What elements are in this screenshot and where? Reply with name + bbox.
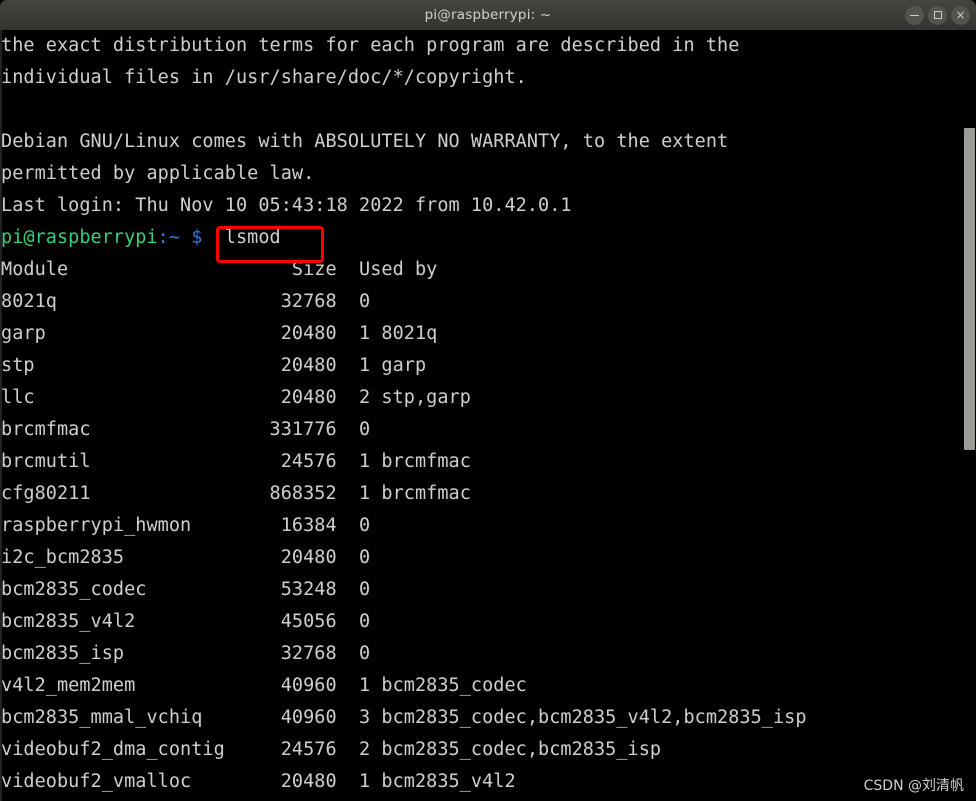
terminal-lines: the exact distribution terms for each pr… (0, 30, 807, 798)
window-controls: × (905, 0, 970, 30)
table-row: bcm2835_v4l2 45056 0 (1, 611, 371, 632)
table-row: brcmfmac 331776 0 (1, 419, 371, 440)
table-row: v4l2_mem2mem 40960 1 bcm2835_codec (1, 675, 527, 696)
prompt-line: pi@raspberrypi:~ $ lsmod (1, 222, 807, 254)
terminal-text-line: Last login: Thu Nov 10 05:43:18 2022 fro… (1, 195, 572, 216)
close-button[interactable]: × (951, 5, 970, 25)
table-row: videobuf2_vmalloc 20480 1 bcm2835_v4l2 (1, 771, 516, 792)
table-row: raspberrypi_hwmon 16384 0 (1, 515, 371, 536)
watermark: CSDN @刘清帆 (863, 778, 964, 794)
close-icon: × (955, 7, 966, 22)
window-title: pi@raspberrypi: ~ (424, 7, 552, 23)
scrollbar-thumb[interactable] (964, 128, 975, 450)
prompt-path: :~ (157, 227, 181, 248)
table-row: bcm2835_mmal_vchiq 40960 3 bcm2835_codec… (1, 707, 807, 728)
terminal-text-line: individual files in /usr/share/doc/*/cop… (1, 67, 527, 88)
typed-command: lsmod (202, 227, 281, 248)
terminal-text-line: Debian GNU/Linux comes with ABSOLUTELY N… (1, 131, 729, 152)
table-row: bcm2835_codec 53248 0 (1, 579, 371, 600)
minimize-icon[interactable] (905, 5, 924, 25)
table-row: garp 20480 1 8021q (1, 323, 438, 344)
terminal-window: pi@raspberrypi: ~ × the exact distributi… (0, 0, 976, 801)
maximize-icon[interactable] (928, 5, 947, 25)
titlebar[interactable]: pi@raspberrypi: ~ × (0, 0, 976, 30)
terminal-output[interactable]: the exact distribution terms for each pr… (0, 30, 976, 801)
table-row: videobuf2_dma_contig 24576 2 bcm2835_cod… (1, 739, 662, 760)
table-row: 8021q 32768 0 (1, 291, 371, 312)
table-row: i2c_bcm2835 20480 0 (1, 547, 371, 568)
table-row: stp 20480 1 garp (1, 355, 427, 376)
table-row: llc 20480 2 stp,garp (1, 387, 471, 408)
terminal-text-line: permitted by applicable law. (1, 163, 315, 184)
table-row: bcm2835_isp 32768 0 (1, 643, 371, 664)
scrollbar[interactable] (963, 30, 976, 801)
prompt-user-host: pi@raspberrypi (1, 227, 158, 248)
table-row: brcmutil 24576 1 brcmfmac (1, 451, 471, 472)
table-row: cfg80211 868352 1 brcmfmac (1, 483, 471, 504)
table-header-row: Module Size Used by (1, 259, 438, 280)
terminal-text-line: the exact distribution terms for each pr… (1, 35, 740, 56)
prompt-symbol: $ (180, 227, 203, 248)
